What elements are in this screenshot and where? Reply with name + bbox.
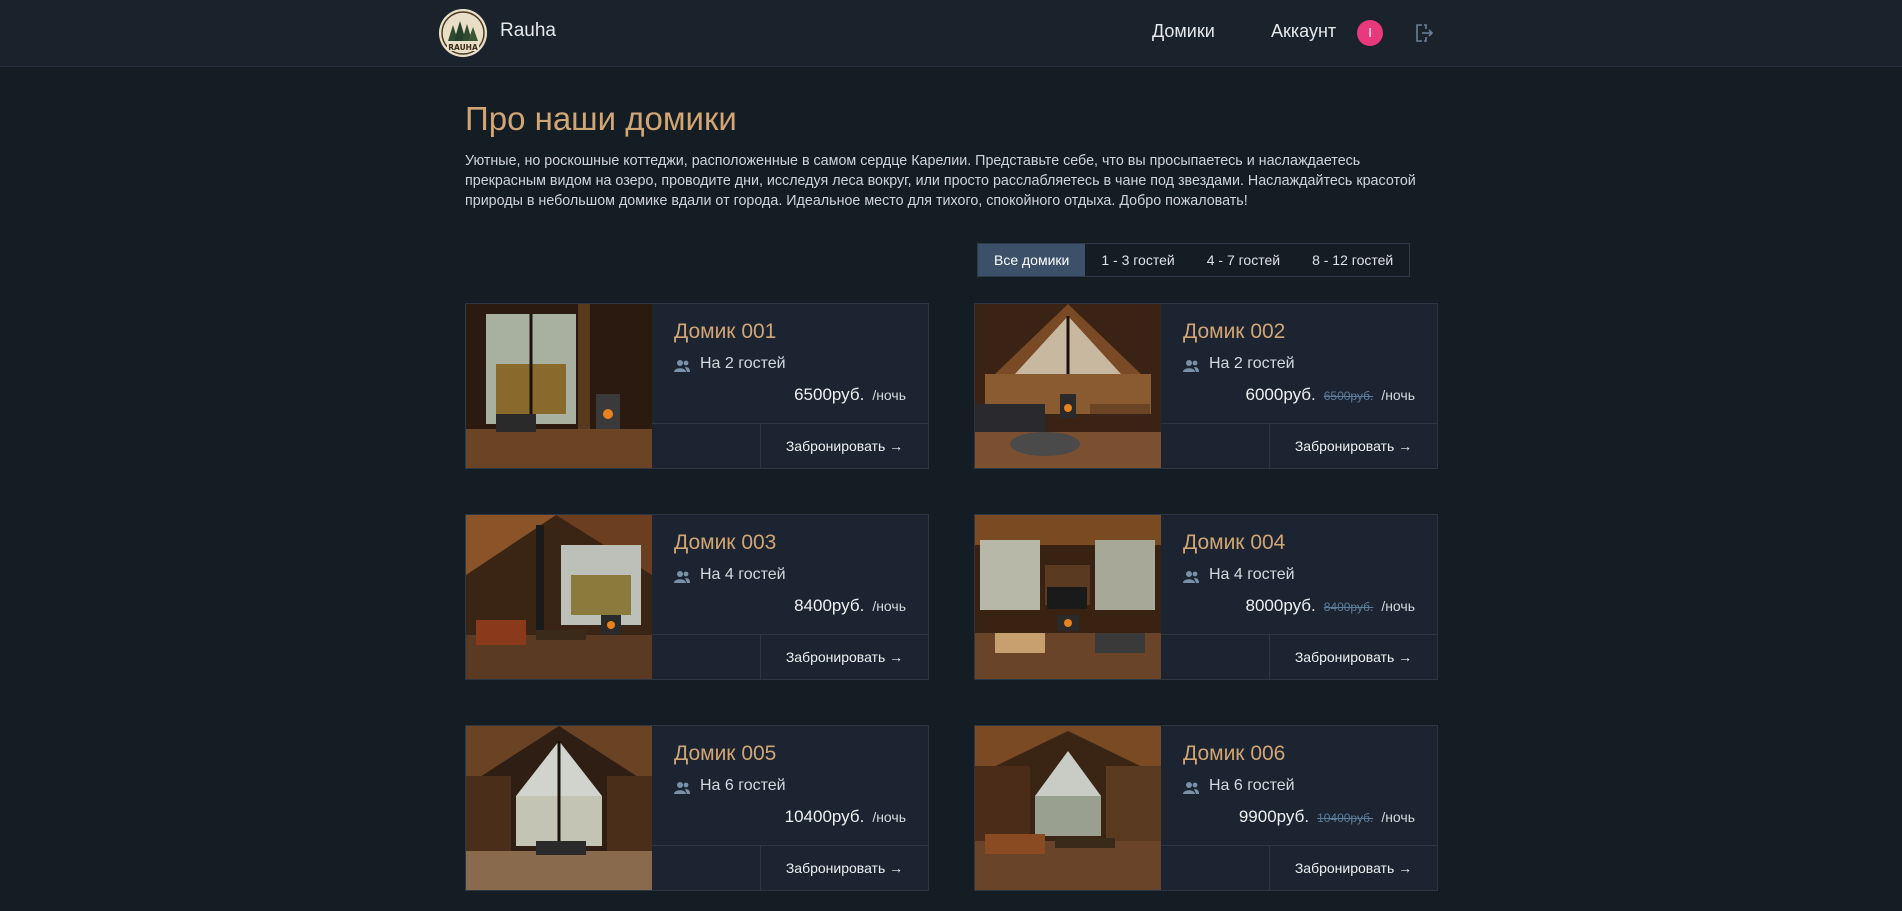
book-button[interactable]: Забронировать → <box>760 846 928 890</box>
cabin-old-price: 10400руб. <box>1317 811 1374 825</box>
cabin-name: Домик 004 <box>1183 531 1286 554</box>
logout-icon <box>1416 24 1434 42</box>
cabin-card: Домик 001 На 2 гостей 6500руб. /ночь Заб… <box>465 303 929 469</box>
cabin-price: 6000руб. <box>1245 385 1316 404</box>
filter-8-12-guests[interactable]: 8 - 12 гостей <box>1296 244 1409 276</box>
top-header: RAUHA Rauha Домики Аккаунт I <box>0 0 1902 67</box>
cabin-price: 8400руб. <box>794 596 865 615</box>
price-row: 9900руб. 10400руб. /ночь <box>1239 807 1415 827</box>
page-description: Уютные, но роскошные коттеджи, расположе… <box>465 153 1416 209</box>
guest-filter: Все домики 1 - 3 гостей 4 - 7 гостей 8 -… <box>977 243 1411 277</box>
per-night-label: /ночь <box>1381 387 1415 403</box>
filter-all-cabins[interactable]: Все домики <box>978 244 1086 276</box>
card-footer: Забронировать → <box>1161 845 1437 890</box>
price-row: 6000руб. 6500руб. /ночь <box>1246 385 1416 405</box>
guests-icon <box>1183 782 1199 794</box>
brand-logo[interactable]: RAUHA <box>439 9 487 57</box>
nav-cabins-link[interactable]: Домики <box>1152 21 1215 42</box>
cabin-capacity: На 4 гостей <box>700 566 786 583</box>
cabin-price: 10400руб. <box>784 807 865 826</box>
cabin-photo <box>975 304 1161 468</box>
per-night-label: /ночь <box>872 598 906 614</box>
cabin-card: Домик 003 На 4 гостей 8400руб. /ночь Заб… <box>465 514 929 680</box>
book-button[interactable]: Забронировать → <box>1269 424 1437 468</box>
price-row: 8400руб. /ночь <box>794 596 906 616</box>
price-row: 10400руб. /ночь <box>785 807 906 827</box>
cabin-price: 9900руб. <box>1238 807 1310 826</box>
cabin-capacity: На 2 гостей <box>1209 355 1295 372</box>
cabin-photo <box>975 726 1161 890</box>
book-button[interactable]: Забронировать → <box>1269 635 1437 679</box>
book-button[interactable]: Забронировать → <box>760 635 928 679</box>
cabin-name: Домик 006 <box>1183 742 1286 765</box>
cabin-name: Домик 005 <box>674 742 777 765</box>
nav-account-link[interactable]: Аккаунт <box>1271 21 1336 42</box>
cabin-price: 8000руб. <box>1245 596 1316 615</box>
cabin-photo <box>466 515 652 679</box>
cabin-card: Домик 004 На 4 гостей 8000руб. 8400руб. … <box>974 514 1438 680</box>
logo-image: RAUHA <box>439 9 487 57</box>
guests-icon <box>1183 571 1199 583</box>
per-night-label: /ночь <box>872 387 906 403</box>
per-night-label: /ночь <box>872 809 906 825</box>
per-night-label: /ночь <box>1381 598 1415 614</box>
card-footer: Забронировать → <box>652 423 928 468</box>
guests-icon <box>674 571 690 583</box>
page-title: Про наши домики <box>465 100 737 137</box>
filter-4-7-guests[interactable]: 4 - 7 гостей <box>1191 244 1296 276</box>
cabin-name: Домик 002 <box>1183 320 1286 343</box>
filter-1-3-guests[interactable]: 1 - 3 гостей <box>1085 244 1190 276</box>
cabin-capacity: На 6 гостей <box>1209 777 1295 794</box>
book-button[interactable]: Забронировать → <box>1269 846 1437 890</box>
guests-icon <box>674 782 690 794</box>
user-avatar[interactable]: I <box>1357 20 1383 46</box>
cabin-price: 6500руб. <box>794 385 865 404</box>
cabin-photo <box>466 726 652 890</box>
price-row: 8000руб. 8400руб. /ночь <box>1246 596 1416 616</box>
cabin-name: Домик 003 <box>674 531 777 554</box>
brand-name[interactable]: Rauha <box>500 20 556 42</box>
book-button[interactable]: Забронировать → <box>760 424 928 468</box>
card-footer: Забронировать → <box>652 845 928 890</box>
guests-icon <box>674 360 690 372</box>
cabin-card: Домик 006 На 6 гостей 9900руб. 10400руб.… <box>974 725 1438 891</box>
cabin-name: Домик 001 <box>674 320 777 343</box>
cabin-capacity: На 2 гостей <box>700 355 786 372</box>
cabin-old-price: 6500руб. <box>1323 389 1374 403</box>
cabin-card: Домик 005 На 6 гостей 10400руб. /ночь За… <box>465 725 929 891</box>
cabin-old-price: 8400руб. <box>1323 600 1374 614</box>
cabin-photo <box>975 515 1161 679</box>
logout-button[interactable] <box>1413 22 1435 44</box>
cabin-photo <box>466 304 652 468</box>
guests-icon <box>1183 360 1199 372</box>
cabin-capacity: На 4 гостей <box>1209 566 1295 583</box>
cabin-capacity: На 6 гостей <box>700 777 786 794</box>
card-footer: Забронировать → <box>1161 423 1437 468</box>
card-footer: Забронировать → <box>652 634 928 679</box>
card-footer: Забронировать → <box>1161 634 1437 679</box>
price-row: 6500руб. /ночь <box>794 385 906 405</box>
per-night-label: /ночь <box>1381 809 1415 825</box>
logo-text: RAUHA <box>448 43 478 52</box>
cabin-card: Домик 002 На 2 гостей 6000руб. 6500руб. … <box>974 303 1438 469</box>
